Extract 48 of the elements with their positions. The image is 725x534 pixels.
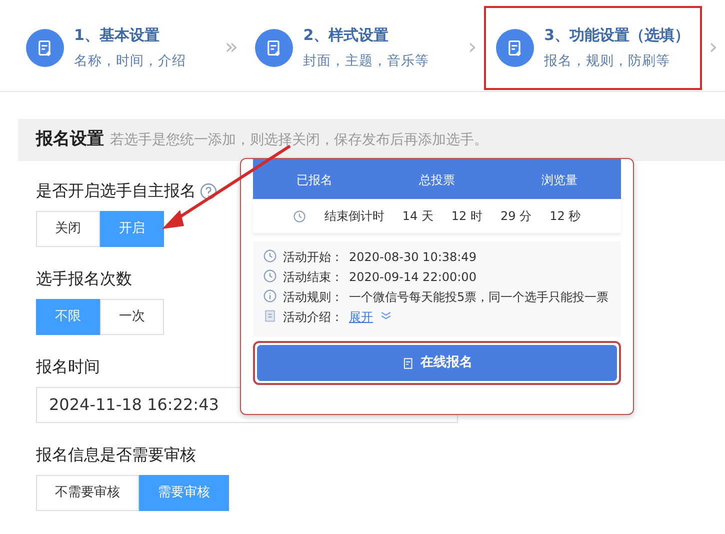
detail-label: 活动开始： — [283, 249, 343, 265]
step-arrow: › — [466, 34, 478, 62]
countdown-value: 29 分 — [500, 208, 532, 225]
document-icon — [263, 309, 277, 323]
field-label: 是否开启选手自主报名 — [36, 180, 196, 202]
option-button[interactable]: 一次 — [100, 299, 164, 335]
section-title: 报名设置 — [36, 128, 104, 152]
detail-value: 2020-09-14 22:00:00 — [349, 269, 476, 285]
field-label: 报名信息是否需要审核 — [36, 444, 196, 466]
field-label: 报名时间 — [36, 356, 100, 378]
detail-value: 一个微信号每天能投5票，同一个选手只能投一票 — [349, 289, 609, 305]
step-title: 1、基本设置 — [74, 25, 160, 46]
expand-link[interactable]: 展开 — [349, 309, 373, 325]
edit-icon — [496, 28, 534, 66]
countdown-value: 12 时 — [451, 208, 482, 225]
option-button[interactable]: 需要审核 — [139, 475, 229, 511]
option-button[interactable]: 不限 — [36, 299, 100, 335]
help-icon[interactable] — [200, 182, 217, 200]
step-arrow: » — [224, 34, 240, 62]
info-icon — [263, 289, 277, 303]
clock-icon — [263, 249, 277, 263]
field-label: 选手报名次数 — [36, 268, 132, 290]
clock-icon — [263, 269, 277, 283]
edit-icon — [26, 28, 64, 66]
detail-label: 活动介绍： — [283, 309, 343, 325]
step-title: 2、样式设置 — [303, 25, 390, 46]
step-subtitle: 封面，主题，音乐等 — [303, 52, 430, 71]
stat-label: 已报名 — [296, 172, 332, 189]
step-subtitle: 名称，时间，介绍 — [74, 52, 186, 71]
detail-label: 活动结束： — [283, 269, 343, 285]
step-arrow: › — [708, 34, 719, 62]
countdown-value: 12 秒 — [550, 208, 581, 225]
form-icon — [402, 356, 414, 370]
option-button[interactable]: 开启 — [100, 211, 164, 247]
step-title: 3、功能设置（选填） — [544, 25, 690, 46]
countdown-label: 结束倒计时 — [324, 208, 384, 225]
signup-button[interactable]: 在线报名 — [257, 345, 617, 381]
edit-icon — [255, 28, 294, 66]
clock-icon — [293, 210, 306, 222]
stat-label: 总投票 — [418, 172, 455, 189]
option-button[interactable]: 不需要审核 — [36, 475, 139, 511]
stat-label: 浏览量 — [542, 172, 578, 189]
section-hint: 若选手是您统一添加，则选择关闭，保存发布后再添加选手。 — [110, 130, 488, 150]
option-button[interactable]: 关闭 — [36, 211, 100, 247]
step-subtitle: 报名，规则，防刷等 — [544, 52, 672, 71]
detail-label: 活动规则： — [283, 289, 343, 305]
detail-value: 2020-08-30 10:38:49 — [349, 249, 476, 265]
countdown-value: 14 天 — [402, 208, 434, 225]
